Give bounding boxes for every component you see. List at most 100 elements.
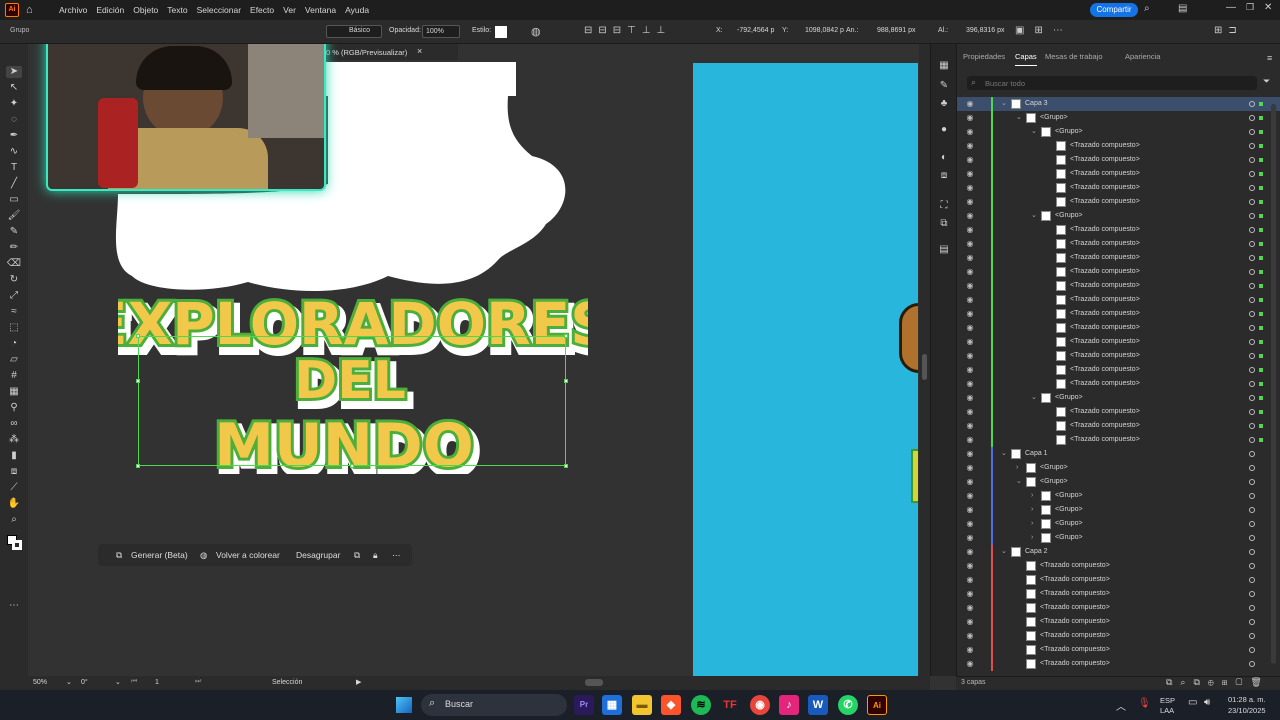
selection-bounding-box[interactable] [136,334,568,468]
visibility-eye-icon[interactable]: ◉ [965,155,975,165]
menu-item-edición[interactable]: Edición [96,0,124,20]
target-circle-icon[interactable] [1249,591,1255,597]
selection-handle[interactable] [136,464,140,468]
layer-row[interactable]: ◉ › <Grupo> [957,517,1280,531]
selection-handle[interactable] [564,379,568,383]
target-circle-icon[interactable] [1249,185,1255,191]
x-value[interactable]: -792,4564 p [737,27,774,34]
tray-chevron-icon[interactable]: ︿ [1116,698,1126,713]
collapse-chevron-icon[interactable]: ⌄ [1016,111,1022,125]
visibility-eye-icon[interactable]: ◉ [965,505,975,515]
layer-row[interactable]: ◉ ⌄ Capa 1 [957,447,1280,461]
layer-row[interactable]: ◉ <Trazado compuesto> [957,167,1280,181]
spotify-icon[interactable]: ≋ [691,695,711,715]
layer-row[interactable]: ◉ <Trazado compuesto> [957,321,1280,335]
panel-tab-mesas-de-trabajo[interactable]: Mesas de trabajo [1045,52,1103,61]
visibility-eye-icon[interactable]: ◉ [965,561,975,571]
lock-icon[interactable]: 🔒︎ [373,544,378,566]
visibility-eye-icon[interactable]: ◉ [965,393,975,403]
target-circle-icon[interactable] [1249,619,1255,625]
vertical-scrollbar[interactable] [919,44,930,676]
selection-tool-icon[interactable]: ➤ [6,66,22,78]
visibility-eye-icon[interactable]: ◉ [965,575,975,585]
ungroup-button[interactable]: Desagrupar [296,544,340,566]
layer-row[interactable]: ◉ <Trazado compuesto> [957,293,1280,307]
layer-row[interactable]: ◉ <Trazado compuesto> [957,139,1280,153]
maximize-icon[interactable]: ❐ [1246,2,1254,13]
selection-indicator[interactable] [1259,326,1263,330]
visibility-eye-icon[interactable]: ◉ [965,463,975,473]
layer-row[interactable]: ◉ <Trazado compuesto> [957,629,1280,643]
layer-row[interactable]: ◉ ⌄ Capa 3 [957,97,1280,111]
visibility-eye-icon[interactable]: ◉ [965,421,975,431]
target-circle-icon[interactable] [1249,493,1255,499]
visibility-eye-icon[interactable]: ◉ [965,281,975,291]
visibility-eye-icon[interactable]: ◉ [965,127,975,137]
panel-tab-apariencia[interactable]: Apariencia [1125,52,1160,61]
volume-icon[interactable]: 🔊︎ [1204,697,1210,708]
target-circle-icon[interactable] [1249,199,1255,205]
layer-row[interactable]: ◉ <Trazado compuesto> [957,405,1280,419]
layer-row[interactable]: ◉ <Trazado compuesto> [957,195,1280,209]
expand-chevron-icon[interactable]: › [1031,503,1033,517]
search-icon[interactable]: ⌕ [1144,3,1150,14]
expand-chevron-icon[interactable]: › [1031,489,1033,503]
style-swatch[interactable] [495,26,507,38]
layer-row[interactable]: ◉ ⌄ <Grupo> [957,125,1280,139]
layer-row[interactable]: ◉ <Trazado compuesto> [957,587,1280,601]
target-circle-icon[interactable] [1249,661,1255,667]
menu-item-archivo[interactable]: Archivo [59,0,87,20]
target-circle-icon[interactable] [1249,157,1255,163]
color-icon[interactable]: ▦ [936,60,952,72]
generate-icon[interactable]: ⧉ [116,544,122,566]
visibility-eye-icon[interactable]: ◉ [965,211,975,221]
curvature-icon[interactable]: ∿ [6,146,22,158]
target-circle-icon[interactable] [1249,339,1255,345]
selection-indicator[interactable] [1259,256,1263,260]
rotation-chevron-icon[interactable]: ⌄ [115,678,121,686]
layer-row[interactable]: ◉ <Trazado compuesto> [957,265,1280,279]
target-circle-icon[interactable] [1249,283,1255,289]
layer-row[interactable]: ◉ <Trazado compuesto> [957,153,1280,167]
selection-indicator[interactable] [1259,200,1263,204]
filter-icon[interactable]: ⏷ [1263,76,1270,87]
close-icon[interactable]: ✕ [1264,2,1272,13]
selection-indicator[interactable] [1259,354,1263,358]
target-circle-icon[interactable] [1249,227,1255,233]
graphic-styles-icon[interactable]: ⧈ [936,170,952,182]
direct-selection-tool-icon[interactable]: ↖ [6,82,22,94]
layer-row[interactable]: ◉ <Trazado compuesto> [957,237,1280,251]
selection-indicator[interactable] [1259,298,1263,302]
symbol-sprayer-icon[interactable]: ⁂ [6,434,22,446]
visibility-eye-icon[interactable]: ◉ [965,295,975,305]
clock-time[interactable]: 01:28 a. m. [1228,695,1266,704]
layer-footer-icons[interactable]: ⧉⌕⧉⊕⊞▢🗑︎ [1166,677,1270,688]
layer-row[interactable]: ◉ <Trazado compuesto> [957,307,1280,321]
more-tools-icon[interactable]: ⋯ [6,600,22,612]
h-value[interactable]: 396,8316 px [966,27,1005,34]
typeface-icon[interactable]: TF [720,695,740,715]
selection-handle[interactable] [136,334,140,338]
fill-stroke-swatch[interactable] [7,535,22,550]
menu-item-ayuda[interactable]: Ayuda [345,0,369,20]
line-tool-icon[interactable]: ╱ [6,178,22,190]
expand-chevron-icon[interactable]: › [1016,461,1018,475]
layer-row[interactable]: ◉ ⌄ Capa 2 [957,545,1280,559]
target-circle-icon[interactable] [1249,297,1255,303]
language-top[interactable]: ESP [1160,696,1175,705]
target-circle-icon[interactable] [1249,437,1255,443]
language-bottom[interactable]: LAA [1160,706,1174,715]
target-circle-icon[interactable] [1249,507,1255,513]
layer-row[interactable]: ◉ <Trazado compuesto> [957,419,1280,433]
zoom-level[interactable]: 50% [33,679,47,686]
artboard-nav-next-icon[interactable]: ⏭︎ [195,678,201,686]
canvas-area[interactable]: 0 % (RGB/Previsualizar) × EXPLORADORES E… [28,44,930,676]
visibility-eye-icon[interactable]: ◉ [965,197,975,207]
selection-indicator[interactable] [1259,214,1263,218]
lasso-icon[interactable]: ◌ [6,114,22,126]
scale-icon[interactable]: ⤢ [6,290,22,302]
selection-indicator[interactable] [1259,340,1263,344]
rectangle-tool-icon[interactable]: ▭ [6,194,22,206]
layer-row[interactable]: ◉ ⌄ <Grupo> [957,391,1280,405]
layer-row[interactable]: ◉ <Trazado compuesto> [957,615,1280,629]
